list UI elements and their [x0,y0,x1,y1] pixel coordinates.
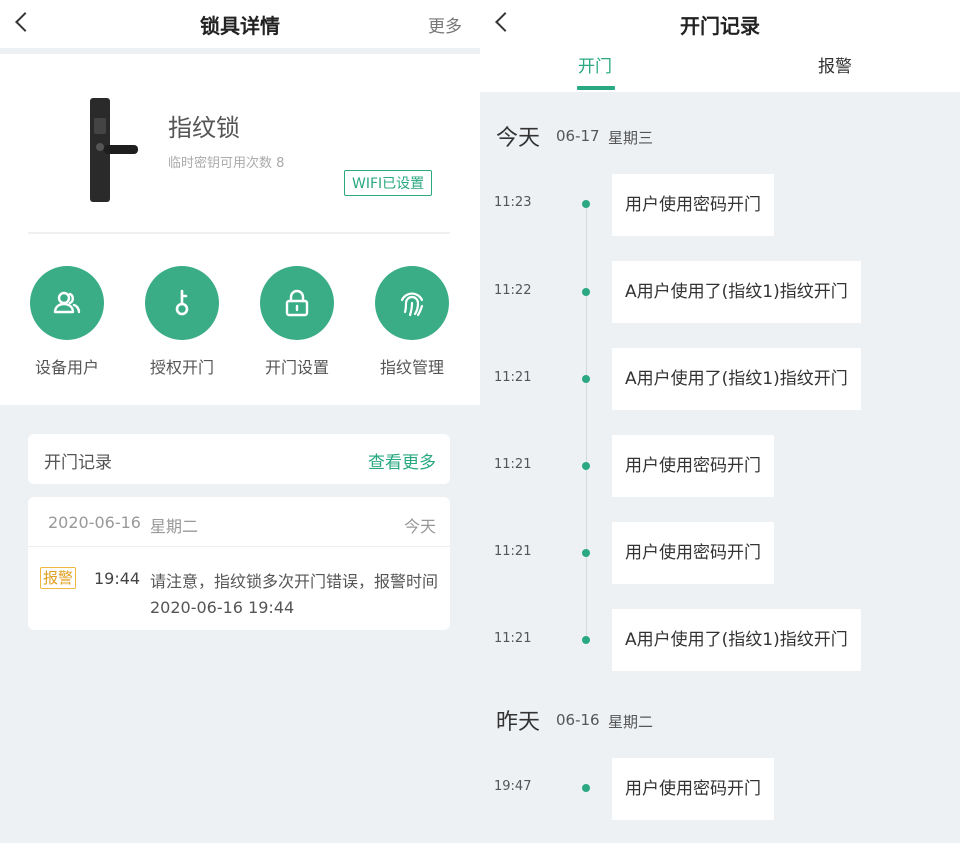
function-label: 设备用户 [34,358,99,377]
entry-time: 11:22 [494,283,532,298]
device-subtitle: 临时密钥可用次数 8 [168,156,285,171]
divider [28,232,450,234]
function-open-settings[interactable]: 开门设置 [252,266,342,378]
entry-time: 11:23 [494,195,532,210]
wifi-status-badge[interactable]: WIFI已设置 [344,170,433,196]
day-label: 昨天 [496,710,541,735]
page-title: 开门记录 [680,14,760,38]
list-item[interactable]: 用户使用密码开门 [612,758,774,820]
view-more-link[interactable]: 查看更多 [368,448,436,473]
open-records-navbar: 开门记录 开门 报警 [480,0,960,92]
entry-time: 11:21 [494,457,532,472]
day-date: 06-17 [556,127,600,145]
function-device-users[interactable]: 设备用户 [22,266,112,378]
device-card: 指纹锁 临时密钥可用次数 8 WIFI已设置 设备用户 授权开门 开门设置 指纹… [0,54,480,405]
timeline-dot [582,462,590,470]
more-button[interactable]: 更多 [428,12,462,37]
timeline-dot [582,200,590,208]
function-label: 开门设置 [264,358,329,377]
tab-alarm[interactable]: 报警 [818,52,852,77]
list-item[interactable]: A用户使用了(指纹1)指纹开门 [612,348,861,410]
list-item[interactable]: A用户使用了(指纹1)指纹开门 [612,261,861,323]
list-item[interactable]: 用户使用密码开门 [612,522,774,584]
entry-time: 11:21 [494,631,532,646]
day-weekday: 星期二 [608,713,654,731]
list-item[interactable]: A用户使用了(指纹1)指纹开门 [612,609,861,671]
page-title: 锁具详情 [200,14,280,38]
lock-detail-navbar: 锁具详情 更多 [0,0,480,48]
records-header: 开门记录 查看更多 [28,434,450,484]
records-title: 开门记录 [44,453,112,473]
timeline-dot [582,549,590,557]
timeline-dot [582,636,590,644]
lock-detail-panel: 锁具详情 更多 指纹锁 临时密钥可用次数 8 WIFI已设置 设备用户 授权开门… [0,0,480,843]
key-icon [175,289,189,316]
fingerprint-icon [400,292,424,317]
tab-open[interactable]: 开门 [578,52,612,77]
list-item[interactable]: 用户使用密码开门 [612,174,774,236]
entry-time: 11:21 [494,544,532,559]
device-name: 指纹锁 [168,114,240,142]
timeline-dot [582,784,590,792]
record-date: 2020-06-16 [48,513,141,532]
day-label: 今天 [496,126,541,151]
active-tab-indicator [577,86,615,90]
function-fingerprint[interactable]: 指纹管理 [367,266,457,378]
day-date: 06-16 [556,711,600,729]
divider [28,546,450,547]
timeline-line [586,204,587,640]
entry-time: 11:21 [494,370,532,385]
record-message: 请注意，指纹锁多次开门错误，报警时间 2020-06-16 19:44 [150,572,439,617]
alarm-tag: 报警 [40,567,77,589]
record-weekday: 星期二 [150,517,199,536]
entry-time: 19:47 [494,779,532,794]
day-weekday: 星期三 [608,129,654,147]
record-card[interactable]: 2020-06-16 星期二 今天 报警 19:44 请注意，指纹锁多次开门错误… [28,497,450,630]
lock-image [86,98,146,202]
record-time: 19:44 [94,569,141,588]
list-item[interactable]: 用户使用密码开门 [612,435,774,497]
timeline-dot [582,288,590,296]
users-icon [53,291,81,314]
function-label: 授权开门 [149,358,214,377]
record-today: 今天 [403,517,436,536]
open-records-panel: 开门记录 开门 报警 今天 06-17 星期三 11:23 用户使用密码开门 1… [480,0,960,843]
function-label: 指纹管理 [379,358,444,377]
timeline-dot [582,375,590,383]
function-authorize-open[interactable]: 授权开门 [137,266,227,378]
unlock-icon [285,289,309,317]
